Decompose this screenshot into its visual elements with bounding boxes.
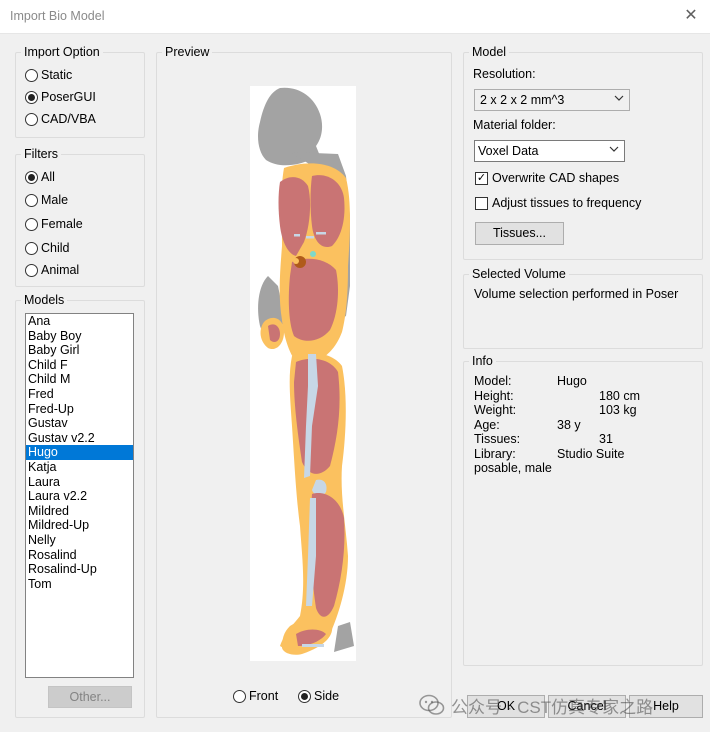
- list-item[interactable]: Rosalind-Up: [26, 562, 133, 577]
- radio-label: Male: [41, 193, 69, 207]
- window-title: Import Bio Model: [10, 9, 105, 23]
- info-library-value-line2: posable, male: [474, 461, 552, 475]
- import-option-posergui[interactable]: PoserGUI: [25, 90, 96, 104]
- chevron-down-icon: [609, 146, 619, 152]
- material-folder-value: Voxel Data: [478, 144, 539, 158]
- info-tissues-value: 31: [599, 432, 613, 446]
- radio-icon[interactable]: [25, 217, 38, 231]
- list-item[interactable]: Laura: [26, 475, 133, 490]
- watermark: 公众号 · CST仿真专家之路: [419, 690, 710, 720]
- list-item[interactable]: Baby Girl: [26, 343, 133, 358]
- radio-icon[interactable]: [25, 112, 38, 126]
- watermark-text: 公众号 · CST仿真专家之路: [451, 697, 654, 717]
- model-legend: Model: [472, 45, 507, 59]
- list-item[interactable]: Gustav v2.2: [26, 431, 133, 446]
- selected-volume-text: Volume selection performed in Poser: [474, 287, 679, 301]
- radio-icon[interactable]: [25, 193, 38, 207]
- chevron-down-icon: [614, 95, 624, 101]
- radio-label: Front: [249, 689, 279, 703]
- radio-selected-icon[interactable]: [25, 170, 38, 184]
- list-item[interactable]: Fred: [26, 387, 133, 402]
- adjust-tissues-checkbox[interactable]: Adjust tissues to frequency: [475, 196, 641, 210]
- resolution-select[interactable]: 2 x 2 x 2 mm^3: [474, 89, 630, 111]
- radio-icon[interactable]: [233, 689, 246, 703]
- checkbox-label: Adjust tissues to frequency: [492, 196, 642, 210]
- checkbox-label: Overwrite CAD shapes: [492, 171, 620, 185]
- filter-female[interactable]: Female: [25, 217, 83, 231]
- radio-label: All: [41, 170, 55, 184]
- overwrite-cad-checkbox[interactable]: ✓ Overwrite CAD shapes: [475, 171, 619, 185]
- info-weight-key: Weight:: [474, 403, 517, 417]
- info-height-value: 180 cm: [599, 389, 640, 403]
- selected-volume-group: Selected Volume: [463, 267, 703, 349]
- radio-label: CAD/VBA: [41, 112, 96, 126]
- filter-child[interactable]: Child: [25, 241, 70, 255]
- radio-label: PoserGUI: [41, 90, 96, 104]
- radio-selected-icon[interactable]: [25, 90, 38, 104]
- list-item[interactable]: Gustav: [26, 416, 133, 431]
- list-item[interactable]: Baby Boy: [26, 329, 133, 344]
- list-item[interactable]: Child M: [26, 372, 133, 387]
- title-bar: Import Bio Model ✕: [0, 0, 710, 34]
- filter-all[interactable]: All: [25, 170, 55, 184]
- info-height-key: Height:: [474, 389, 514, 403]
- models-legend: Models: [24, 293, 65, 307]
- info-model-key: Model:: [474, 374, 512, 388]
- list-item[interactable]: Tom: [26, 577, 133, 592]
- radio-label: Animal: [41, 263, 80, 277]
- info-model-value: Hugo: [557, 374, 587, 388]
- list-item[interactable]: Child F: [26, 358, 133, 373]
- info-tissues-key: Tissues:: [474, 432, 521, 446]
- info-age-key: Age:: [474, 418, 500, 432]
- radio-icon[interactable]: [25, 241, 38, 255]
- bio-model-preview: [250, 86, 356, 661]
- preview-legend: Preview: [165, 45, 210, 59]
- wechat-icon: [419, 694, 445, 715]
- import-option-cadvba[interactable]: CAD/VBA: [25, 112, 96, 126]
- radio-icon[interactable]: [25, 263, 38, 277]
- radio-label: Female: [41, 217, 83, 231]
- models-list[interactable]: Ana Baby Boy Baby Girl Child F Child M F…: [25, 313, 134, 678]
- list-item[interactable]: Katja: [26, 460, 133, 475]
- list-item[interactable]: Fred-Up: [26, 402, 133, 417]
- filter-animal[interactable]: Animal: [25, 263, 79, 277]
- material-folder-select[interactable]: Voxel Data: [474, 140, 625, 162]
- tissues-button[interactable]: Tissues...: [475, 222, 564, 245]
- resolution-label: Resolution:: [473, 67, 536, 81]
- selected-volume-legend: Selected Volume: [472, 267, 566, 281]
- list-item[interactable]: Nelly: [26, 533, 133, 548]
- filters-legend: Filters: [24, 147, 59, 161]
- info-library-key: Library:: [474, 447, 516, 461]
- list-item[interactable]: Rosalind: [26, 548, 133, 563]
- checkbox-checked-icon[interactable]: ✓: [475, 171, 488, 185]
- checkbox-icon[interactable]: [475, 196, 488, 210]
- body-side-view-image: [258, 87, 354, 655]
- view-front-option[interactable]: Front: [233, 689, 278, 703]
- radio-label: Side: [314, 689, 340, 703]
- view-side-option[interactable]: Side: [298, 689, 339, 703]
- info-weight-value: 103 kg: [599, 403, 637, 417]
- other-button[interactable]: Other...: [48, 686, 132, 708]
- resolution-value: 2 x 2 x 2 mm^3: [480, 93, 565, 107]
- list-item[interactable]: Mildred: [26, 504, 133, 519]
- filter-male[interactable]: Male: [25, 193, 68, 207]
- list-item-selected[interactable]: Hugo: [26, 445, 133, 460]
- import-option-static[interactable]: Static: [25, 68, 72, 82]
- info-library-value: Studio Suite: [557, 447, 625, 461]
- radio-icon[interactable]: [25, 68, 38, 82]
- close-icon[interactable]: ✕: [680, 5, 702, 27]
- list-item[interactable]: Mildred-Up: [26, 518, 133, 533]
- radio-label: Child: [41, 241, 70, 255]
- radio-label: Static: [41, 68, 73, 82]
- import-option-legend: Import Option: [24, 45, 100, 59]
- list-item[interactable]: Ana: [26, 314, 133, 329]
- material-folder-label: Material folder:: [473, 118, 556, 132]
- radio-selected-icon[interactable]: [298, 689, 311, 703]
- info-legend: Info: [472, 354, 493, 368]
- list-item[interactable]: Laura v2.2: [26, 489, 133, 504]
- info-age-value: 38 y: [557, 418, 581, 432]
